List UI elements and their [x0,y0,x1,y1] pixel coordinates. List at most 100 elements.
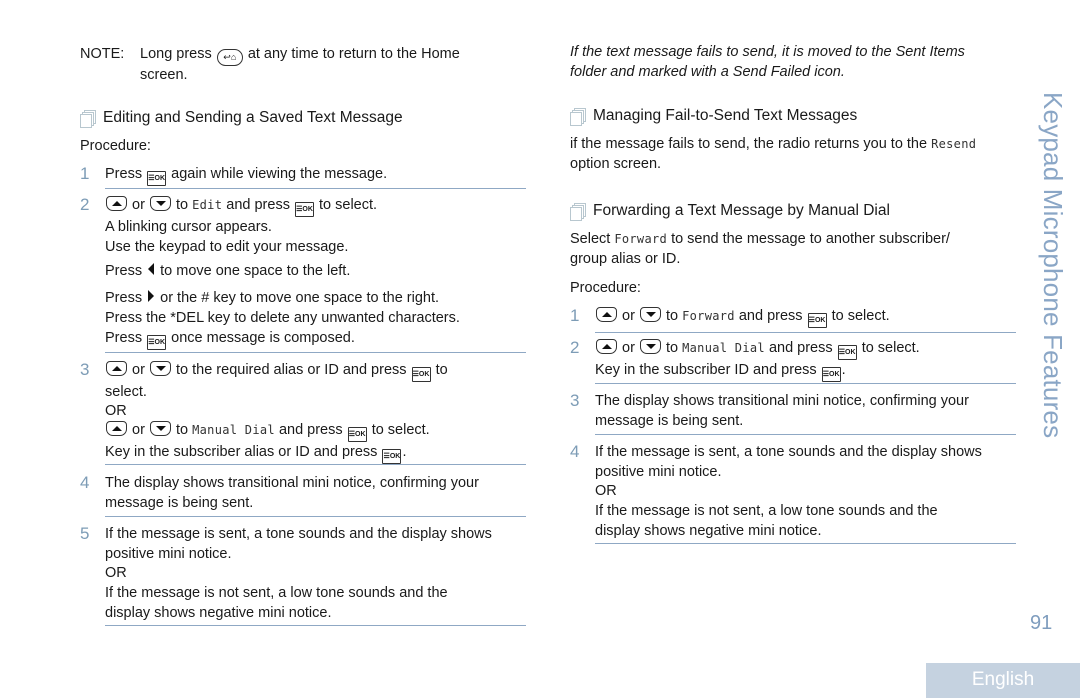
step-text: select. [105,384,147,400]
section-heading: Forwarding a Text Message by Manual Dial [570,201,890,221]
step-text: to [435,362,448,378]
menu-ok-key-icon: ☰OK [147,335,167,350]
step-text: to [666,340,679,356]
divider [595,434,1016,435]
down-arrow-key-icon [149,421,171,436]
section-heading: Managing Fail-to-Send Text Messages [570,106,857,126]
note-text: at any time to return to the Home [247,46,460,62]
menu-ok-key-icon: ☰OK [411,367,431,382]
step-text: display shows negative mini notice. [595,523,822,539]
divider [105,352,526,353]
step-number: 4 [80,473,90,492]
note-text: screen. [140,67,188,83]
note-text: Long press [140,46,212,62]
step-text: and press [278,422,343,438]
intro-text: folder and marked with a Send Failed ico… [570,63,845,80]
step-text: Use the keypad to edit your message. [105,239,349,255]
step-text: to select. [319,197,378,213]
step-text: or the # key to move one space to the ri… [160,290,440,306]
step-text: to [666,308,679,324]
section-heading: Editing and Sending a Saved Text Message [80,108,403,128]
step-3: 3 The display shows transitional mini no… [570,391,1016,436]
section-title: Editing and Sending a Saved Text Message [103,109,403,126]
step-text: and press [768,340,833,356]
step-text: message is being sent. [595,413,744,429]
paragraph-text: group alias or ID. [570,250,681,267]
divider [105,625,526,626]
step-text: message is being sent. [105,495,254,511]
chapter-side-title: Keypad Microphone Features [1032,92,1072,438]
step-number: 1 [80,164,90,183]
menu-ok-key-icon: ☰OK [347,427,367,442]
step-text: or [622,340,635,356]
chapter-title-text: Keypad Microphone Features [1038,92,1068,439]
step-text: OR [595,483,617,499]
down-arrow-key-icon [149,361,171,376]
step-text: A blinking cursor appears. [105,219,272,235]
step-text: again while viewing the message. [171,166,388,182]
step-text: . [402,444,407,460]
step-text: or [132,422,145,438]
step-text: to [176,197,189,213]
up-arrow-key-icon [106,361,127,376]
paragraph-text: Select [570,231,611,247]
intro-text: If the text message fails to send, it is… [570,44,965,60]
left-arrow-icon [148,263,155,275]
up-arrow-key-icon [596,307,617,322]
step-1: 1 Press ☰OK again while viewing the mess… [80,164,526,190]
step-text: Press the *DEL key to delete any unwante… [105,310,460,326]
step-number: 4 [570,442,580,461]
right-arrow-icon [148,290,155,302]
page-number: 91 [1030,612,1053,634]
step-2: 2 or to Manual Dial and press ☰OK to sel… [570,338,1016,385]
menu-item-forward: Forward [682,309,735,323]
step-text: The display shows transitional mini noti… [595,393,969,409]
up-arrow-key-icon [106,421,127,436]
menu-ok-key-icon: ☰OK [147,171,167,186]
paragraph-text: to send the message to another subscribe… [671,231,950,247]
step-number: 1 [570,306,580,325]
note-label: NOTE: [80,46,125,62]
down-arrow-key-icon [639,339,661,354]
divider [105,516,526,517]
step-text: or [132,362,145,378]
step-text: to [176,422,189,438]
stacked-pages-icon [80,110,96,128]
section-title: Managing Fail-to-Send Text Messages [593,107,858,124]
step-text: Press [105,330,143,346]
step-number: 5 [80,524,90,543]
step-5: 5 If the message is sent, a tone sounds … [80,524,526,627]
stacked-pages-icon [570,203,586,221]
divider [595,332,1016,333]
menu-item-edit: Edit [192,198,223,212]
step-text: Press [105,166,143,182]
menu-ok-key-icon: ☰OK [294,202,314,217]
step-text: and press [226,197,290,213]
step-number: 2 [80,195,90,214]
divider [595,543,1016,544]
step-4: 4 If the message is sent, a tone sounds … [570,442,1016,545]
section-paragraph: Select Forward to send the message to an… [570,230,1016,269]
back-home-key-icon: ↩⌂ [216,49,243,66]
procedure-label: Procedure: [570,280,641,296]
paragraph-text: if the message fails to send, the radio … [570,136,928,152]
step-text: . [841,362,846,378]
step-number: 3 [570,391,580,410]
step-text: OR [105,565,127,581]
step-4: 4 The display shows transitional mini no… [80,473,526,518]
down-arrow-key-icon [639,307,661,322]
menu-ok-key-icon: ☰OK [837,345,857,360]
step-text: to select. [861,340,920,356]
step-number: 3 [80,360,90,379]
step-text: The display shows transitional mini noti… [105,475,479,491]
menu-item-manual-dial: Manual Dial [192,423,275,437]
up-arrow-key-icon [106,196,127,211]
step-text: Key in the subscriber ID and press [595,362,817,378]
step-text: positive mini notice. [105,546,232,562]
step-text: If the message is not sent, a low tone s… [595,503,938,519]
step-text: or [622,308,635,324]
section-title: Forwarding a Text Message by Manual Dial [593,202,890,219]
menu-item-forward: Forward [614,232,668,246]
paragraph-text: option screen. [570,155,662,172]
step-text: Press [105,290,143,306]
